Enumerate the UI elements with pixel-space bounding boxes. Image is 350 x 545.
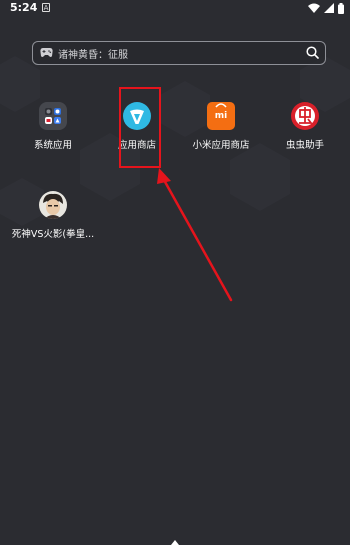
annotation-arrow	[157, 168, 233, 302]
nav-handle-icon	[171, 540, 179, 545]
